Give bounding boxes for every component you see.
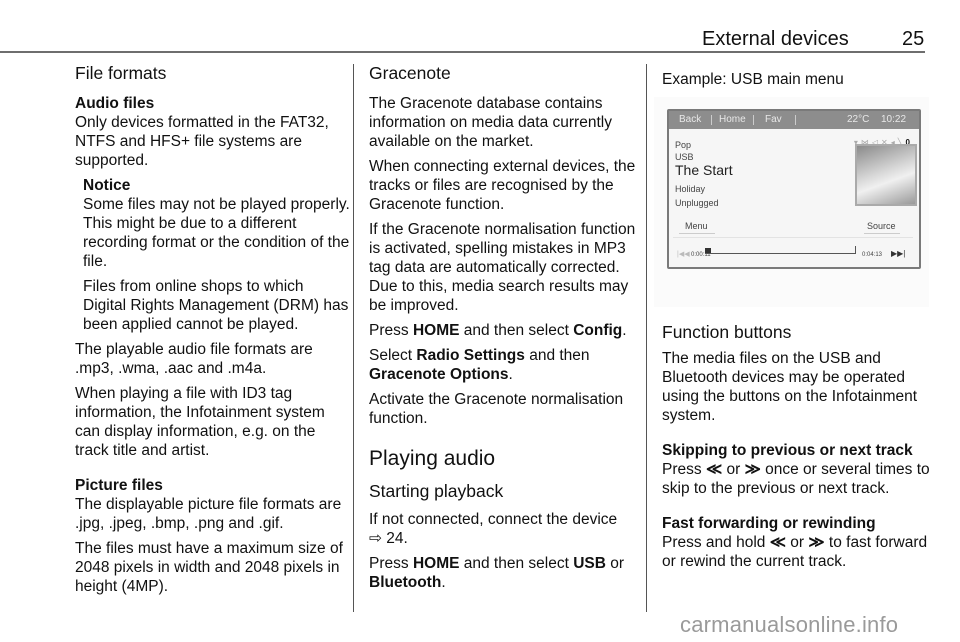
column-gracenote: Gracenote The Gracenote database contain…	[369, 62, 641, 598]
screen-track-title: The Start	[675, 162, 733, 178]
subheading-starting-playback: Starting playback	[369, 481, 504, 501]
gracenote-text-1: The Gracenote database contains informat…	[369, 95, 612, 150]
progress-fill	[705, 248, 711, 253]
audio-intro-text: Only devices formatted in the FAT32, NTF…	[75, 114, 329, 169]
subheading-audio-files: Audio files	[75, 95, 155, 112]
fast-forward-text: Press and hold ≪ or ≫ to fast forward or…	[662, 534, 928, 570]
notice-box: Notice Some files may not be played prop…	[83, 176, 350, 334]
section-heading-playing-audio: Playing audio	[369, 447, 496, 470]
notice-text-2: Files from online shops to which Digital…	[83, 278, 349, 333]
subheading-picture-files: Picture files	[75, 477, 163, 494]
gracenote-text-2: When connecting external devices, the tr…	[369, 158, 636, 213]
total-time: 0:04:13	[862, 252, 883, 258]
screen-fav-button: Fav	[765, 114, 782, 125]
gracenote-instruction-radio-settings: Select Radio Settings and then Gracenote…	[369, 347, 590, 383]
gracenote-text-3: If the Gracenote normalisation function …	[369, 221, 636, 314]
section-heading-function-buttons: Function buttons	[662, 322, 792, 342]
skip-back-symbol: ≪	[705, 461, 723, 478]
notice-text-1: Some files may not be played properly. T…	[83, 196, 350, 270]
screen-home-button: Home	[719, 114, 746, 125]
gracenote-instruction-config: Press HOME and then select Config.	[369, 322, 627, 339]
subheading-skipping: Skipping to previous or next track	[662, 442, 913, 459]
subheading-fast-forwarding: Fast forwarding or rewinding	[662, 515, 876, 532]
example-caption: Example: USB main menu	[662, 71, 844, 88]
usb-main-menu-screenshot: Back Home Fav 22°C 10:22 ▾⋈◁✕◂╲0 Pop USB…	[654, 97, 929, 307]
track-progress-bar	[705, 246, 856, 254]
audio-formats-text: The playable audio file formats are .mp3…	[75, 341, 313, 377]
section-heading-file-formats: File formats	[75, 63, 167, 83]
screen-top-bar: Back Home Fav 22°C 10:22	[669, 111, 919, 129]
picture-size-text: The files must have a maximum size of 20…	[75, 540, 343, 595]
function-buttons-text: The media files on the USB and Bluetooth…	[662, 350, 918, 424]
rewind-symbol: ≪	[769, 534, 786, 551]
screen-temperature: 22°C	[847, 114, 870, 125]
column-divider	[646, 64, 647, 612]
section-heading-gracenote: Gracenote	[369, 63, 451, 83]
page-reference[interactable]: ⇨ 24.	[369, 530, 408, 547]
infotainment-screen: Back Home Fav 22°C 10:22 ▾⋈◁✕◂╲0 Pop USB…	[667, 109, 921, 269]
page-header-title: External devices	[702, 28, 849, 50]
screen-artist: Unplugged	[675, 198, 719, 208]
previous-track-icon: |◀◀	[677, 251, 690, 258]
forward-symbol: ≫	[808, 534, 825, 551]
skip-forward-symbol: ≫	[744, 461, 761, 478]
skipping-text: Press ≪ or ≫ once or several times to sk…	[662, 461, 930, 497]
picture-formats-text: The displayable picture file formats are…	[75, 496, 342, 532]
menu-radio-settings: Radio Settings	[416, 347, 525, 364]
column-file-formats: File formats Audio files Only devices fo…	[75, 62, 350, 602]
notice-heading: Notice	[83, 177, 131, 194]
id3-text: When playing a file with ID3 tag informa…	[75, 385, 325, 459]
page-number: 25	[902, 28, 925, 50]
column-function-buttons: Example: USB main menu Back Home Fav 22°…	[654, 62, 934, 577]
album-art	[855, 144, 917, 206]
menu-gracenote-options: Gracenote Options	[369, 366, 509, 383]
column-divider	[353, 64, 354, 612]
next-track-icon: ▶▶|	[891, 249, 906, 258]
watermark: carmanualsonline.info	[680, 612, 899, 637]
screen-clock: 10:22	[881, 114, 907, 125]
header-divider	[0, 51, 925, 53]
menu-config: Config	[573, 322, 623, 339]
screen-back-button: Back	[679, 114, 702, 125]
key-home: HOME	[412, 322, 460, 339]
connect-device-text: If not connected, connect the device ⇨ 24…	[369, 511, 618, 547]
gracenote-activate-text: Activate the Gracenote normalisation fun…	[369, 391, 624, 427]
select-source-text: Press HOME and then select USB or Blueto…	[369, 555, 625, 591]
